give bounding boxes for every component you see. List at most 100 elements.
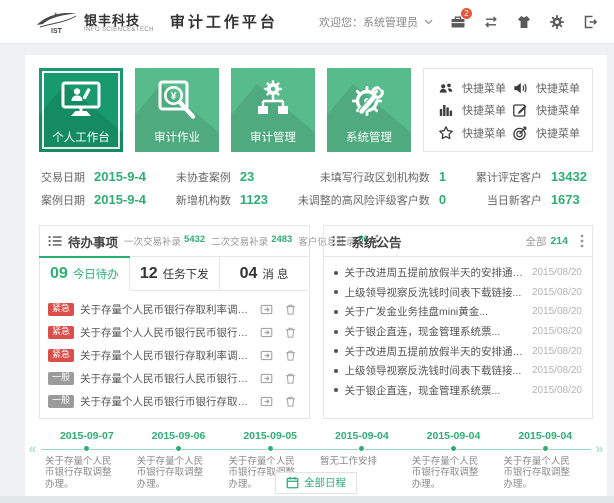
stat-label: 新增机构数 xyxy=(176,192,231,208)
switch-button[interactable] xyxy=(483,14,499,30)
stat-value: 23 xyxy=(240,169,268,184)
stat-value: 13432 xyxy=(551,169,587,184)
announcements-all-link[interactable]: 全部 214 xyxy=(525,234,572,249)
audit-magnifier-icon: ¥ xyxy=(154,78,200,122)
todo-row[interactable]: 一般 关于存量个人民币银行人民币银行存取利率调整... xyxy=(48,367,301,390)
priority-badge: 紧急 xyxy=(48,303,74,316)
trash-icon[interactable] xyxy=(284,349,297,362)
announcement-row[interactable]: 关于银企直连，现金管理系统票... 2015/08/20 xyxy=(334,322,583,342)
tab-messages[interactable]: 04 消 息 xyxy=(220,257,309,291)
timeline-dot xyxy=(450,445,457,452)
kebab-menu-icon[interactable] xyxy=(580,234,584,248)
quick-menu-panel: 快捷菜单 快捷菜单 快捷菜单 xyxy=(423,68,593,152)
people-icon xyxy=(438,80,454,96)
todo-list: 紧急 关于存量个人民币银行存取利率调整... 紧急 关于存量个人人民币银行民币银… xyxy=(40,291,309,418)
todo-row[interactable]: 紧急 关于存量个人民币银行存取利率调整... xyxy=(48,344,301,367)
timeline-dot xyxy=(175,445,182,452)
trash-icon[interactable] xyxy=(284,326,297,339)
chevron-down-icon xyxy=(424,16,433,28)
stat-label: 当日新客户 xyxy=(476,192,542,208)
target-icon xyxy=(512,125,528,141)
priority-badge: 一般 xyxy=(48,395,74,408)
stat-label: 未协查案例 xyxy=(176,169,231,185)
quick-menu-item[interactable]: 快捷菜单 xyxy=(438,102,512,118)
tile-personal-workbench[interactable]: 个人工作台 xyxy=(39,68,123,152)
announcements-title: 系统公告 xyxy=(352,232,402,251)
tile-label: 系统管理 xyxy=(327,129,411,145)
stat-label: 交易日期 xyxy=(41,169,85,185)
tab-today-todo[interactable]: 09 今日待办 xyxy=(40,257,130,291)
list-icon xyxy=(332,234,346,248)
stat-group-cases: 未协查案例 23 新增机构数 1123 xyxy=(176,169,268,208)
stat-value: 1 xyxy=(439,169,446,184)
stat-value: 0 xyxy=(439,192,446,207)
timeline-entry[interactable]: 2015-09-06 关于存量个人民币银行存取调整办理。 xyxy=(133,430,225,491)
announcement-row[interactable]: 上级领导视察反洗钱时间表下载链接... 2015/08/20 xyxy=(334,283,583,303)
todo-row[interactable]: 紧急 关于存量个人民币银行存取利率调整... xyxy=(48,298,301,321)
archive-icon[interactable] xyxy=(260,349,273,362)
quick-menu-item[interactable]: 快捷菜单 xyxy=(438,80,512,96)
timeline-entry[interactable]: 2015-09-07 关于存量个人民币银行存取调整办理。 xyxy=(41,430,133,491)
tile-audit-management[interactable]: 审计管理 xyxy=(231,68,315,152)
announcement-row[interactable]: 关于改进周五提前放假半天的安排通知... 2015/08/20 xyxy=(334,341,583,361)
announcement-row[interactable]: 关于改进周五提前放假半天的安排通知... 2015/08/20 xyxy=(334,263,583,283)
todo-title: 关于存量个人民币银行存取利率调整... xyxy=(80,348,253,363)
bullet xyxy=(334,369,338,373)
all-schedule-label: 全部日程 xyxy=(304,475,346,490)
todo-counter: 一次交易补录 5432 xyxy=(124,234,205,248)
announcement-row[interactable]: 关于广发金业务挂盘mini黄金... 2015/08/20 xyxy=(334,302,583,322)
top-header: IST 银丰科技 INFO SCIENCE&TECH 审计工作平台 欢迎您：系统… xyxy=(0,0,614,44)
quick-menu-item[interactable]: 快捷菜单 xyxy=(512,125,586,141)
bar-chart-icon xyxy=(438,102,454,118)
messages-button[interactable]: 2 xyxy=(450,14,466,30)
quick-menu-label: 快捷菜单 xyxy=(536,102,580,118)
quick-menu-label: 快捷菜单 xyxy=(536,125,580,141)
quick-menu-item[interactable]: 快捷菜单 xyxy=(438,125,512,141)
logo-swoosh-icon: IST xyxy=(34,10,78,34)
timeline-dot xyxy=(83,445,90,452)
archive-icon[interactable] xyxy=(260,326,273,339)
quick-menu-label: 快捷菜单 xyxy=(536,80,580,96)
logo-abbr-text: IST xyxy=(51,28,63,34)
todo-row[interactable]: 一般 关于存量个人民币银行币银行存取利率调整... xyxy=(48,390,301,413)
timeline-entry[interactable]: 2015-09-04 关于存量个人民币银行存取调整办理。 xyxy=(408,430,500,491)
todo-title: 关于存量个人民币银行人民币银行存取利率调整... xyxy=(80,371,253,386)
stat-label: 案例日期 xyxy=(41,192,85,208)
announcement-row[interactable]: 关于银企直连，现金管理系统票... 2015/08/20 xyxy=(334,381,583,401)
tile-system-management[interactable]: 系统管理 xyxy=(327,68,411,152)
todo-panel-title: 待办事项 xyxy=(68,232,118,251)
tile-audit-operation[interactable]: ¥ 审计作业 xyxy=(135,68,219,152)
all-schedule-button[interactable]: 全部日程 xyxy=(275,472,357,494)
tab-task-dispatch[interactable]: 12 任务下发 xyxy=(130,257,220,291)
bullet xyxy=(334,349,338,353)
stat-value: 1123 xyxy=(240,192,268,207)
settings-gear-button[interactable] xyxy=(549,14,565,30)
list-icon xyxy=(48,234,62,248)
user-menu[interactable]: 欢迎您：系统管理员 xyxy=(319,14,433,30)
quick-menu-label: 快捷菜单 xyxy=(462,80,506,96)
todo-panel: 待办事项 一次交易补录 5432 二次交易补录 2483 客户信息补录 86 xyxy=(39,225,310,419)
trash-icon[interactable] xyxy=(284,372,297,385)
announcement-row[interactable]: 上级领导视察反洗钱时间表下载链接... 2015/08/20 xyxy=(334,361,583,381)
archive-icon[interactable] xyxy=(260,395,273,408)
trash-icon[interactable] xyxy=(284,303,297,316)
trash-icon[interactable] xyxy=(284,395,297,408)
todo-row[interactable]: 紧急 关于存量个人人民币银行民币银行存取利率调整... xyxy=(48,321,301,344)
archive-icon[interactable] xyxy=(260,303,273,316)
priority-badge: 一般 xyxy=(48,372,74,385)
timeline-dot xyxy=(542,445,549,452)
archive-icon[interactable] xyxy=(260,372,273,385)
tile-label: 审计管理 xyxy=(231,129,315,145)
gear-wrench-icon xyxy=(346,78,392,122)
timeline-entry[interactable]: 2015-09-04 关于存量个人民币银行存取调整办理。 xyxy=(499,430,591,491)
todo-tabs: 09 今日待办 12 任务下发 04 消 息 xyxy=(40,256,309,291)
stat-label: 累计评定客户 xyxy=(476,169,542,185)
quick-menu-item[interactable]: 快捷菜单 xyxy=(512,102,586,118)
logout-button[interactable] xyxy=(582,14,598,30)
edit-icon xyxy=(512,102,528,118)
priority-badge: 紧急 xyxy=(48,349,74,362)
priority-badge: 紧急 xyxy=(48,326,74,339)
quick-menu-item[interactable]: 快捷菜单 xyxy=(512,80,586,96)
stat-value: 2015-9-4 xyxy=(94,169,146,184)
profile-shirt-button[interactable] xyxy=(516,14,532,30)
